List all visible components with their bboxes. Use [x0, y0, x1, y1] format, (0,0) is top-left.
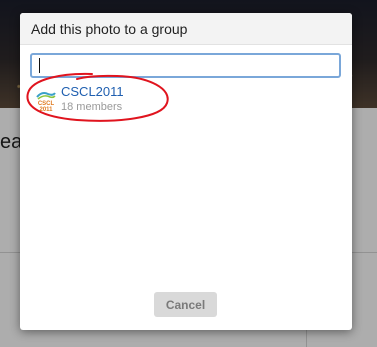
group-search-input[interactable]: [30, 53, 341, 78]
group-member-count: 18 members: [61, 101, 123, 113]
group-logo-icon: CSCL 2011: [35, 88, 57, 112]
dialog-title: Add this photo to a group: [31, 21, 188, 37]
add-to-group-dialog: Add this photo to a group CSCL 2011 CSCL…: [20, 13, 352, 330]
group-search-field[interactable]: [30, 53, 341, 78]
cancel-button[interactable]: Cancel: [154, 292, 217, 317]
dialog-header: Add this photo to a group: [20, 13, 352, 45]
svg-text:2011: 2011: [39, 107, 53, 112]
group-list-item[interactable]: CSCL 2011 CSCL2011 18 members: [26, 81, 176, 121]
group-name-link[interactable]: CSCL2011: [61, 85, 124, 99]
text-caret: [39, 58, 40, 73]
